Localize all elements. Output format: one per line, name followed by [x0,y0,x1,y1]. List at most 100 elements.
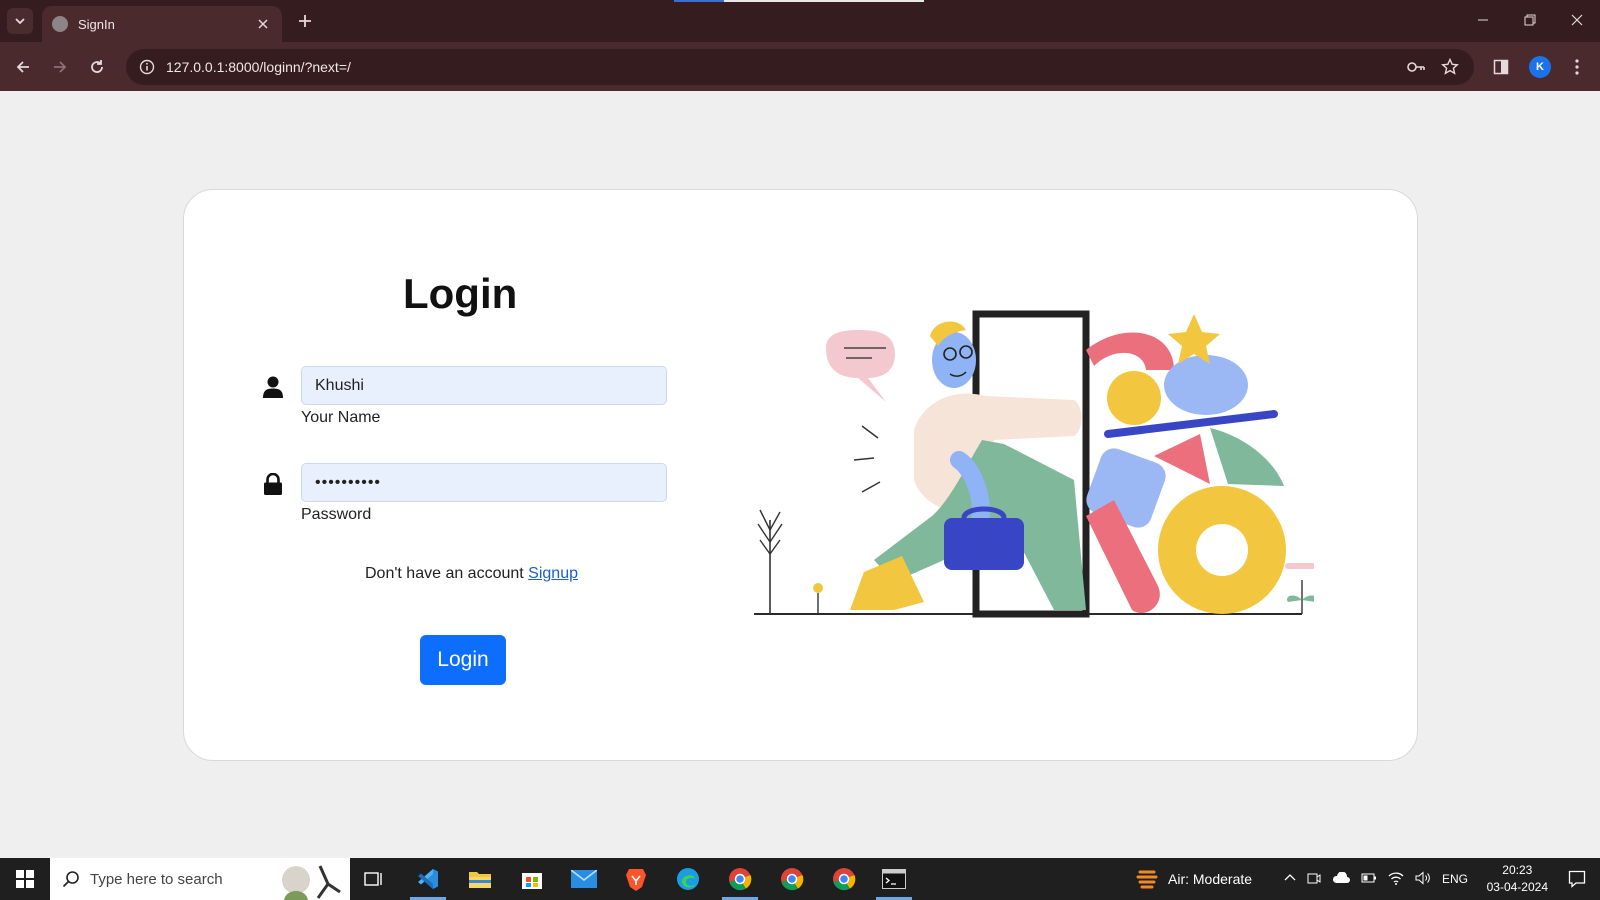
back-button[interactable] [10,54,36,80]
name-label: Your Name [301,409,381,426]
battery-indicator[interactable] [1361,871,1377,887]
mail-icon [571,870,597,888]
taskbar-search[interactable]: Type here to search [50,858,350,900]
signup-link[interactable]: Signup [528,565,578,582]
info-icon [139,59,155,75]
name-input[interactable]: Khushi [301,366,667,405]
signup-prompt-text: Don't have an account [365,565,524,582]
tab-search-button[interactable] [7,8,33,34]
minimize-button[interactable] [1459,0,1506,40]
cloud-icon [1332,871,1350,883]
meet-now-icon [1307,873,1321,883]
weather-widget[interactable]: Air: Moderate [1136,858,1252,900]
brave-lion-icon [626,869,646,891]
chrome-icon [781,868,804,891]
more-vertical-icon [1575,59,1579,75]
side-panel-button[interactable] [1488,54,1514,80]
signup-prompt: Don't have an account Signup [365,565,578,583]
url-text: 127.0.0.1:8000/loginn/?next=/ [166,59,351,75]
lock-icon [261,472,285,496]
clock-date: 03-04-2024 [1486,880,1548,894]
language-indicator[interactable]: ENG [1442,872,1468,886]
tray-overflow-button[interactable] [1284,871,1296,887]
new-tab-button[interactable] [294,10,316,32]
air-quality-icon [1136,870,1158,889]
plus-icon [299,15,311,27]
avatar: K [1529,56,1551,78]
onedrive-button[interactable] [1332,871,1350,887]
vscode-app[interactable] [404,858,452,900]
chrome-app-profile-k[interactable] [716,858,764,900]
password-label: Password [301,506,372,523]
login-button[interactable]: Login [420,635,506,685]
user-icon [261,375,285,399]
minimize-icon [1477,19,1488,21]
tab-close-button[interactable] [254,15,272,33]
load-progress-track [724,0,924,2]
meet-now-button[interactable] [1307,871,1321,888]
close-icon [258,19,268,29]
browser-toolbar: 127.0.0.1:8000/loginn/?next=/ K [0,42,1600,91]
brave-browser-app[interactable] [612,858,660,900]
notification-icon [1568,870,1586,888]
task-view-button[interactable] [350,858,398,900]
forward-button[interactable] [47,54,73,80]
browser-tab-active[interactable]: SignIn [42,6,282,42]
windows-taskbar: Type here to search Air: Moderate ENG 20… [0,858,1600,900]
chevron-down-icon [15,18,25,25]
key-icon [1407,62,1425,72]
search-placeholder: Type here to search [90,870,223,888]
close-window-button[interactable] [1553,0,1600,40]
store-icon [522,873,542,889]
profile-button[interactable]: K [1527,54,1553,80]
reload-icon [91,60,103,73]
terminal-app[interactable] [870,858,918,900]
start-button[interactable] [0,858,50,900]
vscode-icon [418,869,438,889]
restore-button[interactable] [1506,0,1553,40]
edge-browser-app[interactable] [664,858,712,900]
chrome-app[interactable] [768,858,816,900]
bookmark-star-button[interactable] [1438,55,1462,79]
page-title: Login [403,270,518,317]
side-panel-icon [1493,59,1509,75]
window-controls [1459,0,1600,40]
reload-button[interactable] [84,54,110,80]
windows-logo-icon [16,870,34,888]
star-icon [1441,58,1459,75]
weather-text: Air: Moderate [1168,871,1253,887]
clock[interactable]: 20:23 03-04-2024 [1487,862,1548,896]
login-illustration [754,310,1314,618]
arrow-left-icon [16,61,29,73]
chrome-app-secondary[interactable] [820,858,868,900]
chrome-icon [729,868,752,891]
notification-center-button[interactable] [1566,868,1588,890]
password-key-button[interactable] [1404,55,1428,79]
browser-menu-button[interactable] [1564,54,1590,80]
globe-icon [52,16,68,32]
load-progress-bar [674,0,724,2]
network-indicator[interactable] [1388,871,1404,888]
chevron-up-icon [1284,874,1296,881]
terminal-icon [882,869,906,889]
system-tray: ENG [1284,858,1468,900]
tab-title: SignIn [78,16,115,32]
volume-indicator[interactable] [1415,870,1431,888]
browser-tab-bar: SignIn [0,0,1600,42]
login-card: Login Khushi Your Name •••••••••• Passwo… [183,189,1418,761]
password-input[interactable]: •••••••••• [301,463,667,502]
speaker-icon [1415,870,1430,885]
restore-icon [1524,14,1535,26]
battery-icon [1361,873,1376,883]
microsoft-store-app[interactable] [508,858,556,900]
site-info-button[interactable] [136,56,158,78]
task-view-icon [364,872,382,886]
file-explorer-app[interactable] [456,858,504,900]
address-bar[interactable]: 127.0.0.1:8000/loginn/?next=/ [126,49,1474,85]
edge-icon [677,868,699,890]
arrow-right-icon [54,61,67,73]
search-highlight-art [282,865,341,900]
clock-time: 20:23 [1502,863,1533,877]
search-icon [62,871,79,888]
mail-app[interactable] [560,858,608,900]
